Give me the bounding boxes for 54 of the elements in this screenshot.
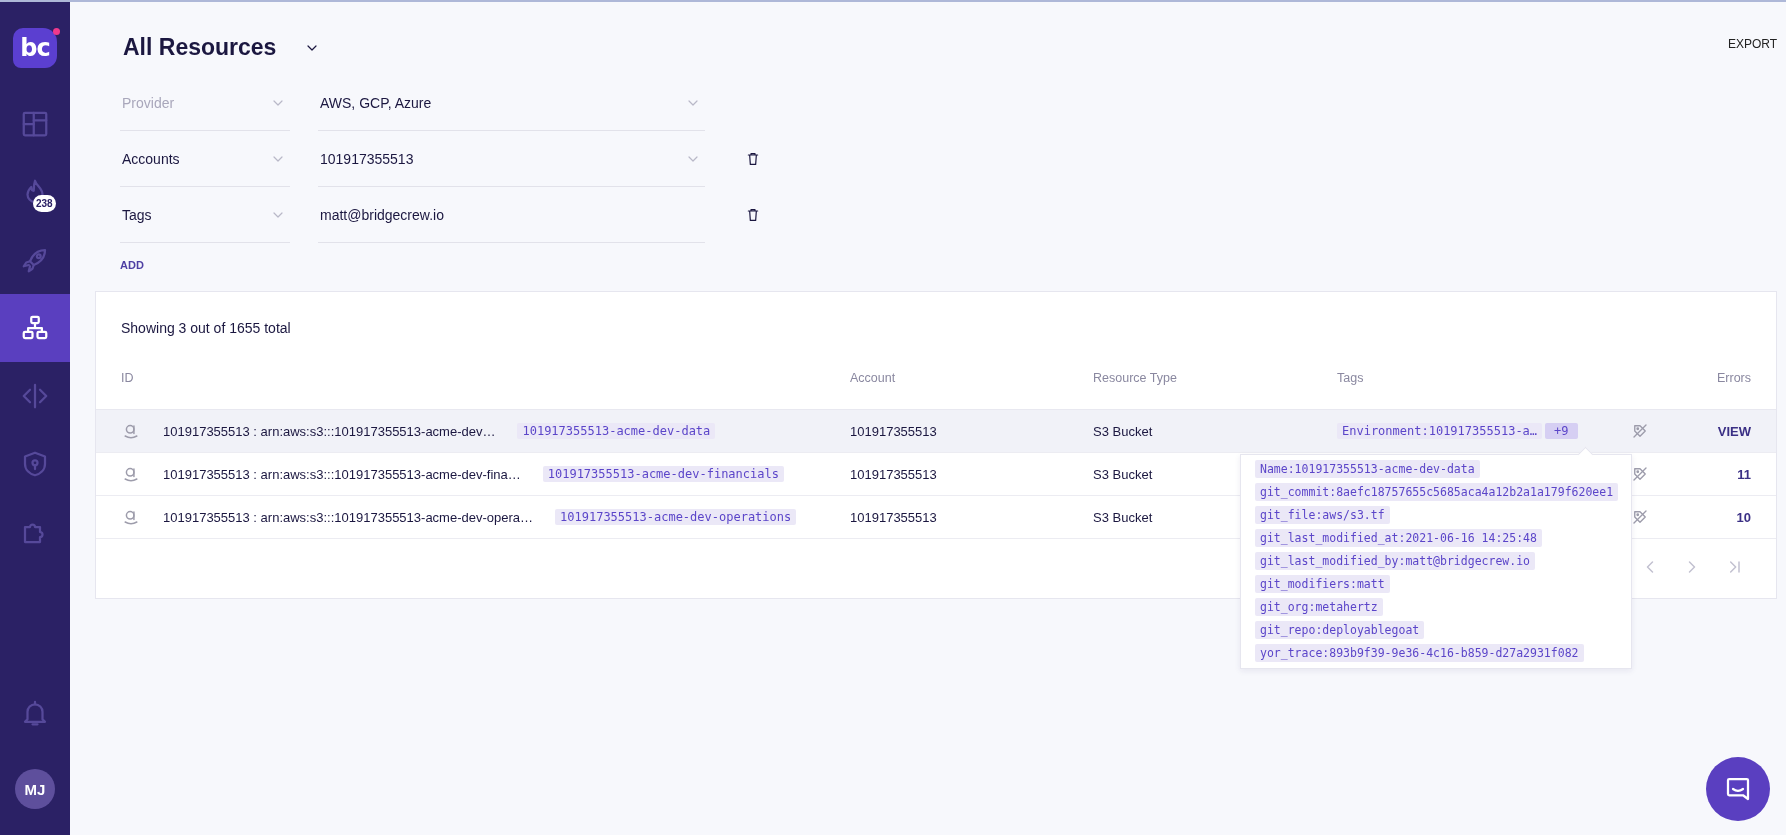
column-header: Resource Type	[1093, 371, 1178, 385]
code-icon	[20, 381, 50, 411]
tag-chip: git_modifiers:matt	[1255, 575, 1390, 593]
table-cell: S3 Bucket	[1093, 509, 1153, 525]
tag-chip: git_last_modified_by:matt@bridgecrew.io	[1255, 552, 1536, 570]
add-filter-button[interactable]: ADD	[120, 259, 144, 271]
tag-chip: git_repo:deployablegoat	[1255, 621, 1425, 639]
app-logo[interactable]: bc	[13, 28, 57, 68]
field-dropdown[interactable]: Accounts	[120, 131, 290, 187]
table-cell: S3 Bucket	[1093, 466, 1153, 482]
table-cell: 101917355513	[850, 423, 937, 439]
count-badge: 238	[33, 195, 56, 212]
tag-chip: git_org:metahertz	[1255, 598, 1383, 616]
tag-slash-icon	[1631, 465, 1649, 483]
table-cell: 101917355513 : arn:aws:s3:::101917355513-acme-dev-fina…	[163, 466, 521, 482]
name-tag: 101917355513-acme-dev-financials	[542, 466, 784, 482]
errors-link[interactable]: 11	[1737, 466, 1751, 482]
column-header: Account	[850, 371, 897, 385]
name-tag: 101917355513-acme-dev-operations	[555, 509, 797, 525]
export-button[interactable]: EXPORT	[1727, 37, 1777, 51]
tag-chip: yor_trace:893b9f39-9e36-4c16-b859-d27a2931f082	[1255, 644, 1584, 662]
dashboard-icon	[20, 109, 50, 139]
value-dropdown[interactable]: 101917355513	[318, 131, 705, 187]
column-header: Errors	[1716, 371, 1751, 385]
table-cell: S3 Bucket	[1093, 423, 1153, 439]
delete-button[interactable]	[745, 207, 761, 223]
user-avatar[interactable]: MJ	[15, 769, 55, 809]
more-tags-badge[interactable]: +9	[1545, 423, 1578, 439]
page-title: All Resources	[123, 34, 277, 61]
table-cell: 101917355513	[850, 466, 937, 482]
name-tag: 101917355513-acme-dev-data	[517, 423, 716, 439]
errors-link[interactable]: 10	[1736, 509, 1751, 525]
table-row[interactable]: 101917355513 : arn:aws:s3:::101917355513-acme-dev… 101917355513-acme-dev-data 101917355513 S3 Bucket Environment:101917355513-a… +9 VIEW	[96, 410, 1776, 453]
trash-icon	[745, 151, 761, 167]
field-dropdown[interactable]: Tags	[120, 187, 290, 243]
tag-chip: git_commit:8aefc18757655c5685aca4a12b2a1a179f620ee1	[1255, 483, 1619, 501]
tag-slash-icon	[1631, 508, 1649, 526]
column-header: ID	[121, 371, 135, 385]
table-cell: 101917355513 : arn:aws:s3:::101917355513-acme-dev…	[163, 423, 496, 439]
tag-chip: git_file:aws/s3.tf	[1255, 506, 1390, 524]
tag-slash-icon	[1631, 422, 1649, 440]
tag-chip: Environment:101917355513-a…	[1337, 423, 1543, 439]
table-cell: 101917355513	[850, 509, 937, 525]
errors-link[interactable]: VIEW	[1717, 423, 1751, 439]
results-summary: Showing 3 out of 1655 total	[121, 320, 291, 336]
nav-item[interactable]	[0, 294, 70, 362]
nav-item[interactable]: 238	[0, 158, 70, 226]
tag-chip: Name:101917355513-acme-dev-data	[1255, 460, 1480, 478]
column-header: Tags	[1337, 371, 1365, 385]
value-input-field[interactable]: matt@bridgecrew.io	[318, 187, 705, 243]
delete-button[interactable]	[745, 151, 761, 167]
tag-chip: git_last_modified_at:2021-06-16 14:25:48	[1255, 529, 1542, 547]
trash-icon	[745, 207, 761, 223]
table-cell: 101917355513 : arn:aws:s3:::101917355513-acme-dev-opera…	[163, 509, 534, 525]
